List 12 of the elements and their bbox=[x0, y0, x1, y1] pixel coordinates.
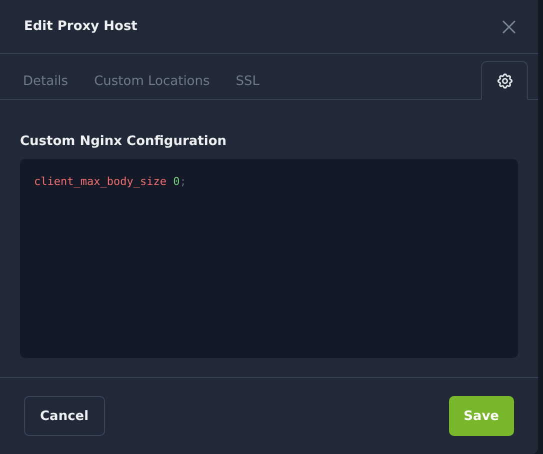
settings-icon bbox=[496, 72, 514, 90]
section-title: Custom Nginx Configuration bbox=[20, 134, 228, 149]
tab[interactable]: Details bbox=[23, 74, 68, 99]
cancel-button[interactable]: Cancel bbox=[24, 396, 105, 436]
settings-tab[interactable] bbox=[481, 61, 528, 100]
save-button[interactable]: Save bbox=[448, 396, 514, 436]
close-icon[interactable] bbox=[502, 20, 516, 34]
dialog-title: Edit Proxy Host bbox=[24, 19, 138, 34]
code-line: client_max_body_size 0; bbox=[34, 175, 188, 188]
code-editor[interactable]: client_max_body_size 0; bbox=[20, 159, 518, 358]
tab[interactable]: SSL bbox=[236, 74, 260, 99]
tab[interactable]: Custom Locations bbox=[94, 74, 210, 99]
